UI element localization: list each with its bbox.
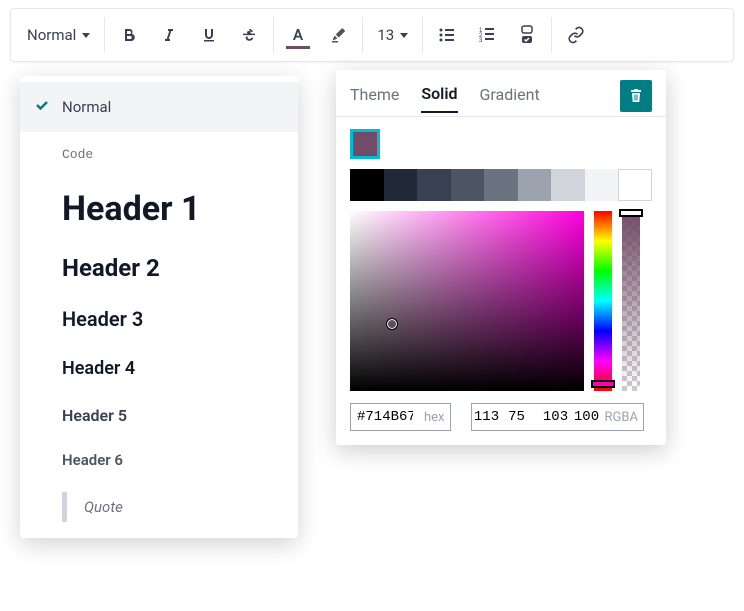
gray-swatch[interactable] — [350, 169, 384, 201]
text-style-item-label: Header 3 — [62, 307, 143, 331]
alpha-cursor[interactable] — [619, 209, 643, 217]
strikethrough-icon — [241, 27, 257, 43]
text-style-item-h4[interactable]: Header 4 — [20, 344, 298, 392]
hex-input-group: hex — [350, 403, 451, 431]
rgba-input-group: RGBA — [471, 403, 644, 431]
underline-icon — [201, 27, 217, 43]
strikethrough-button[interactable] — [229, 15, 269, 55]
gray-swatch[interactable] — [551, 169, 585, 201]
text-style-menu: Normal Code Header 1 Header 2 Header 3 H… — [20, 76, 298, 538]
text-style-item-quote[interactable]: Quote — [20, 482, 298, 532]
remove-color-button[interactable] — [620, 80, 652, 112]
toolbar-divider — [104, 17, 105, 53]
selected-color-row — [336, 129, 666, 169]
gray-swatch[interactable] — [618, 169, 652, 201]
tab-gradient[interactable]: Gradient — [480, 85, 540, 112]
italic-icon — [161, 27, 177, 43]
color-picker-divider — [336, 116, 666, 117]
link-icon — [567, 26, 585, 44]
hex-suffix: hex — [419, 410, 450, 425]
text-style-item-label: Code — [62, 147, 93, 162]
alpha-slider[interactable] — [622, 211, 640, 391]
text-style-item-code[interactable]: Code — [20, 132, 298, 176]
selected-color-swatch[interactable] — [350, 129, 380, 159]
color-area-row — [336, 211, 666, 391]
g-input[interactable] — [502, 409, 532, 425]
text-style-label: Normal — [27, 26, 76, 44]
toolbar-divider — [551, 17, 552, 53]
saturation-value-area[interactable] — [350, 211, 584, 391]
gray-swatch[interactable] — [451, 169, 485, 201]
color-picker-panel: Theme Solid Gradient hex — [336, 70, 666, 445]
text-style-item-h3[interactable]: Header 3 — [20, 294, 298, 344]
editor-toolbar: Normal 13 123 — [10, 8, 734, 62]
trash-icon — [628, 88, 644, 104]
font-color-underline — [286, 46, 310, 49]
a-input[interactable] — [574, 409, 600, 425]
font-color-icon — [290, 28, 306, 42]
text-style-item-label: Header 2 — [62, 254, 160, 282]
toolbar-divider — [362, 17, 363, 53]
bold-icon — [121, 27, 137, 43]
gray-swatch[interactable] — [585, 169, 619, 201]
numbered-list-icon: 123 — [478, 26, 496, 44]
font-size-dropdown[interactable]: 13 — [367, 15, 418, 55]
italic-button[interactable] — [149, 15, 189, 55]
bulleted-list-button[interactable] — [427, 15, 467, 55]
text-style-item-normal[interactable]: Normal — [20, 82, 298, 132]
r-input[interactable] — [472, 409, 502, 425]
bulleted-list-icon — [438, 26, 456, 44]
gray-swatch[interactable] — [484, 169, 518, 201]
text-style-item-h2[interactable]: Header 2 — [20, 242, 298, 294]
underline-button[interactable] — [189, 15, 229, 55]
text-style-item-label: Quote — [62, 498, 123, 516]
font-color-button[interactable] — [278, 15, 318, 55]
tab-solid[interactable]: Solid — [421, 84, 457, 113]
color-picker-tabs: Theme Solid Gradient — [336, 70, 666, 116]
color-inputs-row: hex RGBA — [336, 391, 666, 431]
gray-palette — [336, 169, 666, 211]
gray-swatch[interactable] — [384, 169, 418, 201]
hex-input[interactable] — [351, 409, 419, 425]
text-style-item-label: Normal — [62, 98, 111, 116]
satval-cursor[interactable] — [387, 319, 397, 329]
link-button[interactable] — [556, 15, 596, 55]
text-style-item-label: Header 4 — [62, 358, 135, 379]
text-style-dropdown[interactable]: Normal — [17, 15, 100, 55]
toolbar-divider — [273, 17, 274, 53]
hue-cursor[interactable] — [591, 380, 615, 388]
svg-text:3: 3 — [479, 38, 483, 44]
numbered-list-button[interactable]: 123 — [467, 15, 507, 55]
checklist-button[interactable] — [507, 15, 547, 55]
highlight-color-button[interactable] — [318, 15, 358, 55]
bold-button[interactable] — [109, 15, 149, 55]
gray-swatch[interactable] — [417, 169, 451, 201]
text-style-item-h1[interactable]: Header 1 — [20, 176, 298, 242]
caret-down-icon — [82, 33, 90, 38]
quote-bar — [62, 492, 67, 522]
b-input[interactable] — [532, 409, 580, 425]
checklist-icon — [520, 25, 534, 45]
gray-swatch[interactable] — [518, 169, 552, 201]
hue-slider[interactable] — [594, 211, 612, 391]
text-style-item-h5[interactable]: Header 5 — [20, 392, 298, 438]
text-style-item-label: Header 6 — [62, 451, 123, 469]
font-size-label: 13 — [377, 26, 394, 44]
tab-theme[interactable]: Theme — [350, 85, 399, 112]
text-style-item-h6[interactable]: Header 6 — [20, 438, 298, 482]
text-style-item-label: Header 1 — [62, 189, 200, 229]
check-icon — [34, 97, 50, 117]
rgba-suffix: RGBA — [600, 410, 643, 425]
toolbar-divider — [422, 17, 423, 53]
caret-down-icon — [400, 33, 408, 38]
text-style-item-label: Header 5 — [62, 406, 127, 425]
brush-icon — [329, 26, 347, 44]
